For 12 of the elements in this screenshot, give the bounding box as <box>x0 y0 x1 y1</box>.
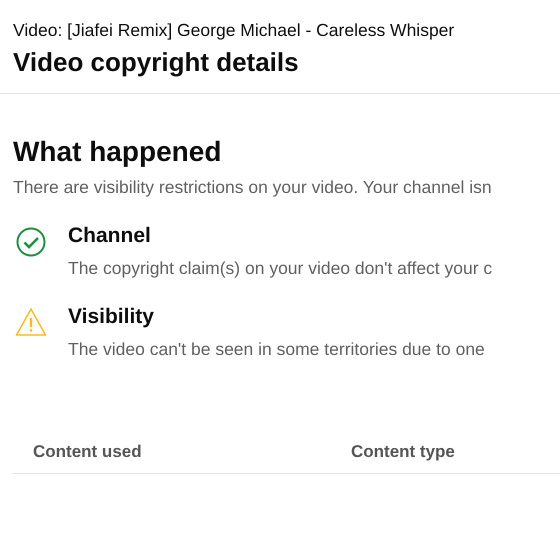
impact-description: The video can't be seen in some territories due to one <box>68 339 485 360</box>
impact-title: Visibility <box>68 305 155 329</box>
video-title: Video: [Jiafei Remix] George Michael - Careless Whisper <box>13 20 456 41</box>
column-header: Content type <box>351 442 455 462</box>
page-title: Video copyright details <box>13 47 300 78</box>
impact-description: The copyright claim(s) on your video don't affect your c <box>68 258 492 279</box>
warning-icon <box>15 307 47 337</box>
section-title: What happened <box>13 136 222 168</box>
column-header: Content used <box>33 442 143 462</box>
check-circle-icon <box>15 226 47 258</box>
impact-title: Channel <box>68 224 152 248</box>
summary-text: There are visibility restrictions on your video. Your channel isn <box>13 177 493 198</box>
